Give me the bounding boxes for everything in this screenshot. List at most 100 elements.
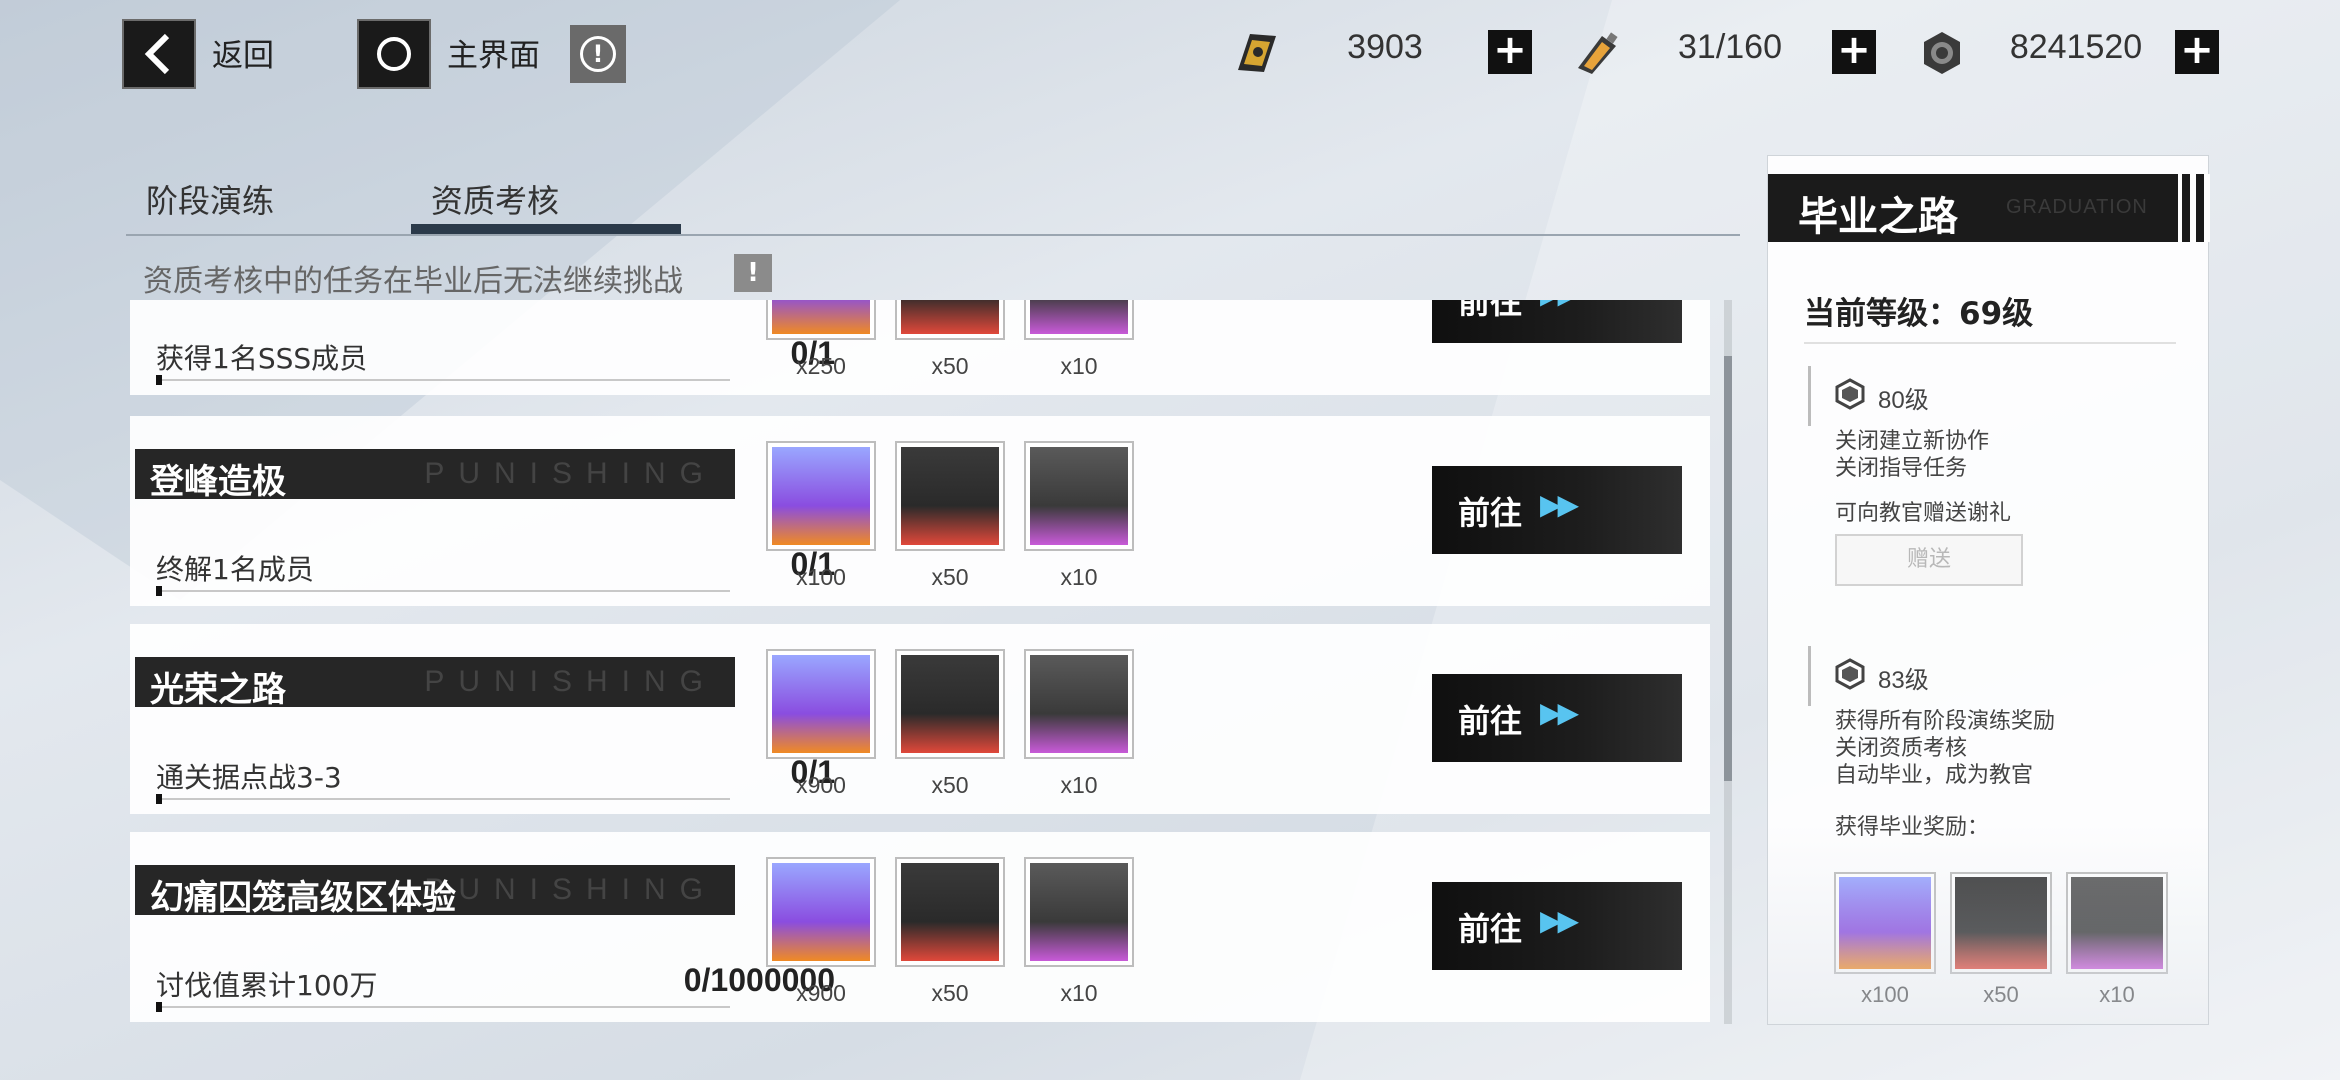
milestone-perk: 自动毕业，成为教官: [1835, 763, 2034, 788]
home-label[interactable]: 主界面: [447, 30, 540, 75]
scrollbar-thumb[interactable]: [1724, 356, 1732, 781]
task-title-bar: PUNISHING 光荣之路: [135, 657, 735, 710]
reward-item-ticket[interactable]: [766, 649, 876, 759]
task-row: PUNISHING 登峰造极 终解1名成员 0/1 x100 x50 x10 前…: [130, 416, 1710, 606]
milestone-perk: 关闭建立新协作: [1835, 429, 1990, 454]
reward-item-box[interactable]: [895, 857, 1005, 967]
gift-button[interactable]: 赠送: [1835, 534, 2023, 586]
supply-ticket-icon: [772, 447, 870, 545]
tab-stage-drill[interactable]: 阶段演练: [146, 176, 274, 222]
ticket-count: 3903: [1347, 28, 1423, 66]
task-title-bar: PUNISHING 登峰造极: [135, 449, 735, 502]
go-button-label: 前往: [1458, 494, 1523, 532]
task-row: 获得1名SSS成员 0/1 x250 x50 x10 前往 ▶▶: [130, 300, 1710, 395]
gear-coin-icon: [1924, 32, 1960, 74]
double-arrow-icon: ▶▶: [1540, 696, 1579, 729]
go-button[interactable]: 前往 ▶▶: [1432, 674, 1682, 762]
milestone-note: 可向教官赠送谢礼: [1835, 501, 2012, 526]
progress-fill: [156, 586, 162, 596]
reward-item-box[interactable]: [895, 441, 1005, 551]
task-title-bar: PUNISHING 幻痛囚笼高级区体验: [135, 865, 735, 918]
task-row: PUNISHING 光荣之路 通关据点战3-3 0/1 x900 x50 x10…: [130, 624, 1710, 814]
progress-fill: [156, 794, 162, 804]
reward-item-crystal[interactable]: [1024, 857, 1134, 967]
task-title: 光荣之路: [150, 670, 286, 710]
task-title: 幻痛囚笼高级区体验: [150, 878, 456, 918]
go-button[interactable]: 前往 ▶▶: [1432, 466, 1682, 554]
graduation-panel: 毕业之路 GRADUATION 当前等级：69级 80级 关闭建立新协作 关闭指…: [1767, 155, 2210, 1025]
supply-ticket-icon: [1839, 877, 1931, 969]
reward-item-ticket[interactable]: [766, 857, 876, 967]
supply-box-icon: [901, 655, 999, 753]
add-stamina-button[interactable]: +: [1832, 30, 1876, 74]
chevron-left-icon: [144, 33, 170, 75]
tab-qualification[interactable]: 资质考核: [431, 176, 559, 222]
reward-item-ticket[interactable]: [766, 300, 876, 340]
hexagon-icon: [1835, 378, 1865, 410]
supply-crystal-icon: [1030, 655, 1128, 753]
task-title: 登峰造极: [150, 462, 286, 502]
go-button-label: 前往: [1458, 702, 1523, 740]
supply-box-icon: [1955, 877, 2047, 969]
double-arrow-icon: ▶▶: [1540, 300, 1579, 310]
reward-quantity: x50: [931, 353, 969, 379]
milestone-level: 83级: [1878, 667, 1929, 694]
reward-quantity: x250: [796, 353, 846, 379]
task-description: 通关据点战3-3: [156, 761, 342, 794]
home-circle-icon: [377, 37, 411, 71]
reward-item-box[interactable]: [895, 649, 1005, 759]
reward-quantity: x900: [796, 980, 846, 1006]
home-button[interactable]: [357, 19, 431, 89]
reward-item-box[interactable]: [895, 300, 1005, 340]
go-button[interactable]: 前往 ▶▶: [1432, 882, 1682, 970]
exclamation-icon: !: [580, 36, 616, 72]
add-ticket-button[interactable]: +: [1488, 30, 1532, 74]
task-list[interactable]: 获得1名SSS成员 0/1 x250 x50 x10 前往 ▶▶ PUNISHI…: [130, 300, 1710, 1024]
title-decoration: PUNISHING: [424, 873, 717, 906]
graduation-reward-ticket[interactable]: [1834, 872, 1936, 974]
supply-box-icon: [901, 447, 999, 545]
graduation-reward-crystal[interactable]: [2066, 872, 2168, 974]
hexagon-icon: [1835, 658, 1865, 690]
supply-box-icon: [901, 300, 999, 334]
supply-ticket-icon: [772, 300, 870, 334]
supply-ticket-icon: [772, 863, 870, 961]
graduation-reward-label: 获得毕业奖励：: [1835, 815, 1990, 840]
reward-item-crystal[interactable]: [1024, 300, 1134, 340]
supply-crystal-icon: [1030, 447, 1128, 545]
supply-ticket-icon: [772, 655, 870, 753]
task-description: 讨伐值累计100万: [156, 969, 378, 1002]
back-button[interactable]: [122, 19, 196, 89]
progress-track: [156, 798, 730, 800]
title-decoration: PUNISHING: [424, 457, 717, 490]
milestone-perk: 关闭指导任务: [1835, 456, 1968, 481]
graduation-reward-box[interactable]: [1950, 872, 2052, 974]
exclamation-icon[interactable]: !: [734, 254, 772, 292]
progress-fill: [156, 1002, 162, 1012]
task-list-scrollbar[interactable]: [1724, 300, 1732, 1024]
milestone-perk: 获得所有阶段演练奖励: [1835, 709, 2056, 734]
battery-icon: [1578, 32, 1618, 74]
reward-item-crystal[interactable]: [1024, 441, 1134, 551]
go-button-label: 前往: [1458, 300, 1523, 321]
add-coin-button[interactable]: +: [2175, 30, 2219, 74]
supply-crystal-icon: [1030, 300, 1128, 334]
stamina-count: 31/160: [1678, 28, 1782, 66]
panel-subtitle: GRADUATION: [2006, 196, 2148, 218]
notice-text: 资质考核中的任务在毕业后无法继续挑战: [143, 264, 683, 299]
milestone-marker: [1808, 366, 1811, 426]
header-stripes: [2178, 174, 2210, 242]
go-button[interactable]: 前往 ▶▶: [1432, 300, 1682, 343]
coin-count: 8241520: [2009, 28, 2143, 66]
active-tab-indicator: [411, 224, 681, 234]
reward-item-ticket[interactable]: [766, 441, 876, 551]
divider: [1804, 342, 2176, 344]
milestone-level: 80级: [1878, 387, 1929, 414]
back-label[interactable]: 返回: [212, 30, 274, 75]
reward-quantity: x10: [1060, 980, 1098, 1006]
progress-fill: [156, 375, 162, 385]
ticket-icon: [1238, 34, 1276, 72]
supply-crystal-icon: [1030, 863, 1128, 961]
info-button[interactable]: !: [570, 25, 626, 83]
reward-item-crystal[interactable]: [1024, 649, 1134, 759]
